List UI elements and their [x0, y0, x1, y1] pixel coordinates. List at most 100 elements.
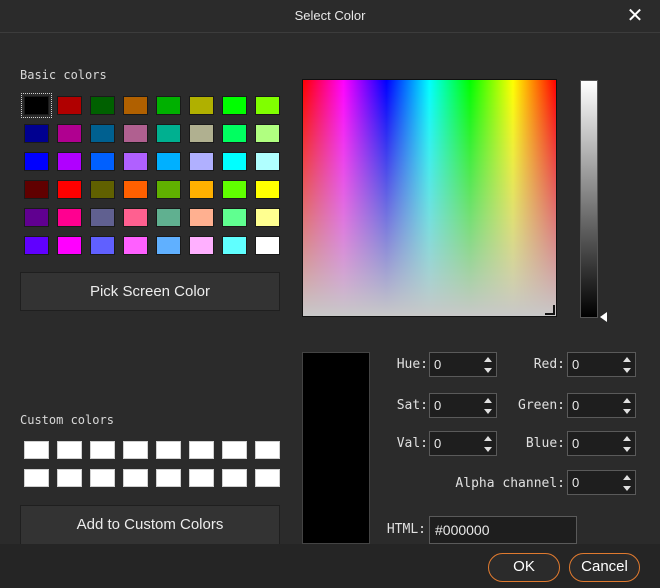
- sat-spinbox[interactable]: 0: [429, 393, 497, 418]
- basic-color-swatch[interactable]: [57, 236, 82, 255]
- basic-color-swatch[interactable]: [90, 180, 115, 199]
- title-bar: Select Color ✕: [0, 0, 660, 33]
- custom-color-swatch[interactable]: [24, 441, 49, 459]
- basic-color-swatch[interactable]: [189, 152, 214, 171]
- custom-color-swatch[interactable]: [57, 469, 82, 487]
- basic-color-swatch[interactable]: [57, 152, 82, 171]
- custom-color-swatch[interactable]: [90, 441, 115, 459]
- custom-color-swatch[interactable]: [255, 441, 280, 459]
- spin-arrows-icon[interactable]: [623, 474, 631, 492]
- basic-color-swatch[interactable]: [57, 180, 82, 199]
- basic-color-swatch[interactable]: [222, 180, 247, 199]
- sat-value: 0: [434, 398, 442, 413]
- alpha-value: 0: [572, 475, 580, 490]
- basic-color-swatch[interactable]: [222, 96, 247, 115]
- red-spinbox[interactable]: 0: [567, 352, 636, 377]
- basic-color-swatch[interactable]: [156, 152, 181, 171]
- blue-label: Blue:: [525, 436, 565, 451]
- basic-colors-label: Basic colors: [20, 68, 107, 82]
- basic-color-swatch[interactable]: [189, 236, 214, 255]
- basic-color-swatch[interactable]: [90, 96, 115, 115]
- hue-spinbox[interactable]: 0: [429, 352, 497, 377]
- spin-arrows-icon[interactable]: [484, 356, 492, 374]
- picker-crosshair: [545, 305, 555, 315]
- basic-color-swatch[interactable]: [222, 152, 247, 171]
- basic-color-swatch[interactable]: [255, 152, 280, 171]
- basic-color-swatch[interactable]: [24, 124, 49, 143]
- spin-arrows-icon[interactable]: [484, 435, 492, 453]
- spin-arrows-icon[interactable]: [623, 356, 631, 374]
- spin-arrows-icon[interactable]: [623, 397, 631, 415]
- spin-arrows-icon[interactable]: [623, 435, 631, 453]
- basic-color-swatch[interactable]: [222, 208, 247, 227]
- basic-color-swatch[interactable]: [189, 124, 214, 143]
- basic-color-swatch[interactable]: [222, 236, 247, 255]
- basic-color-swatch[interactable]: [57, 208, 82, 227]
- basic-color-swatch[interactable]: [255, 208, 280, 227]
- add-to-custom-colors-button[interactable]: Add to Custom Colors: [20, 505, 280, 545]
- basic-color-swatch[interactable]: [90, 152, 115, 171]
- luminance-slider-handle-icon[interactable]: [600, 312, 607, 322]
- pick-screen-color-button[interactable]: Pick Screen Color: [20, 272, 280, 311]
- basic-color-swatch[interactable]: [156, 96, 181, 115]
- basic-color-swatch[interactable]: [57, 96, 82, 115]
- basic-color-swatch[interactable]: [123, 152, 148, 171]
- basic-color-swatch[interactable]: [123, 124, 148, 143]
- basic-color-swatch[interactable]: [189, 208, 214, 227]
- luminance-slider[interactable]: [580, 80, 598, 318]
- custom-color-swatch[interactable]: [156, 441, 181, 459]
- basic-color-swatch[interactable]: [156, 236, 181, 255]
- hue-label: Hue:: [396, 357, 428, 372]
- basic-color-swatch[interactable]: [189, 96, 214, 115]
- spin-arrows-icon[interactable]: [484, 397, 492, 415]
- basic-color-swatch[interactable]: [123, 208, 148, 227]
- custom-color-swatch[interactable]: [24, 469, 49, 487]
- custom-color-swatch[interactable]: [123, 441, 148, 459]
- basic-color-swatch[interactable]: [57, 124, 82, 143]
- basic-color-swatch[interactable]: [222, 124, 247, 143]
- basic-color-swatch[interactable]: [90, 208, 115, 227]
- hue-saturation-picker[interactable]: [302, 79, 557, 317]
- basic-color-swatch[interactable]: [24, 152, 49, 171]
- basic-color-swatch[interactable]: [21, 93, 52, 118]
- basic-color-swatch[interactable]: [189, 180, 214, 199]
- basic-color-swatch[interactable]: [255, 124, 280, 143]
- basic-color-swatch[interactable]: [123, 96, 148, 115]
- basic-color-swatch[interactable]: [123, 180, 148, 199]
- basic-color-swatch[interactable]: [24, 180, 49, 199]
- basic-color-swatch[interactable]: [156, 180, 181, 199]
- basic-color-swatch[interactable]: [255, 96, 280, 115]
- basic-color-swatch[interactable]: [24, 208, 49, 227]
- basic-color-swatch[interactable]: [156, 208, 181, 227]
- basic-color-swatch[interactable]: [123, 236, 148, 255]
- basic-color-swatch[interactable]: [156, 124, 181, 143]
- basic-color-swatch[interactable]: [255, 236, 280, 255]
- custom-color-swatch[interactable]: [90, 469, 115, 487]
- close-icon[interactable]: ✕: [624, 5, 646, 27]
- val-label: Val:: [396, 436, 428, 451]
- alpha-spinbox[interactable]: 0: [567, 470, 636, 495]
- val-spinbox[interactable]: 0: [429, 431, 497, 456]
- green-spinbox[interactable]: 0: [567, 393, 636, 418]
- custom-colors-grid: [24, 441, 280, 487]
- custom-color-swatch[interactable]: [57, 441, 82, 459]
- basic-color-swatch[interactable]: [90, 236, 115, 255]
- custom-color-swatch[interactable]: [255, 469, 280, 487]
- custom-color-swatch[interactable]: [189, 469, 214, 487]
- basic-color-swatch[interactable]: [255, 180, 280, 199]
- cancel-button[interactable]: Cancel: [569, 553, 640, 582]
- custom-color-swatch[interactable]: [123, 469, 148, 487]
- custom-color-swatch[interactable]: [222, 441, 247, 459]
- html-hex-value: #000000: [435, 522, 490, 538]
- html-hex-input[interactable]: #000000: [429, 516, 577, 544]
- basic-color-swatch[interactable]: [24, 236, 49, 255]
- custom-color-swatch[interactable]: [189, 441, 214, 459]
- alpha-label: Alpha channel:: [455, 476, 565, 491]
- ok-button[interactable]: OK: [488, 553, 560, 582]
- custom-color-swatch[interactable]: [222, 469, 247, 487]
- red-label: Red:: [533, 357, 565, 372]
- html-label: HTML:: [386, 522, 426, 537]
- custom-color-swatch[interactable]: [156, 469, 181, 487]
- blue-spinbox[interactable]: 0: [567, 431, 636, 456]
- basic-color-swatch[interactable]: [90, 124, 115, 143]
